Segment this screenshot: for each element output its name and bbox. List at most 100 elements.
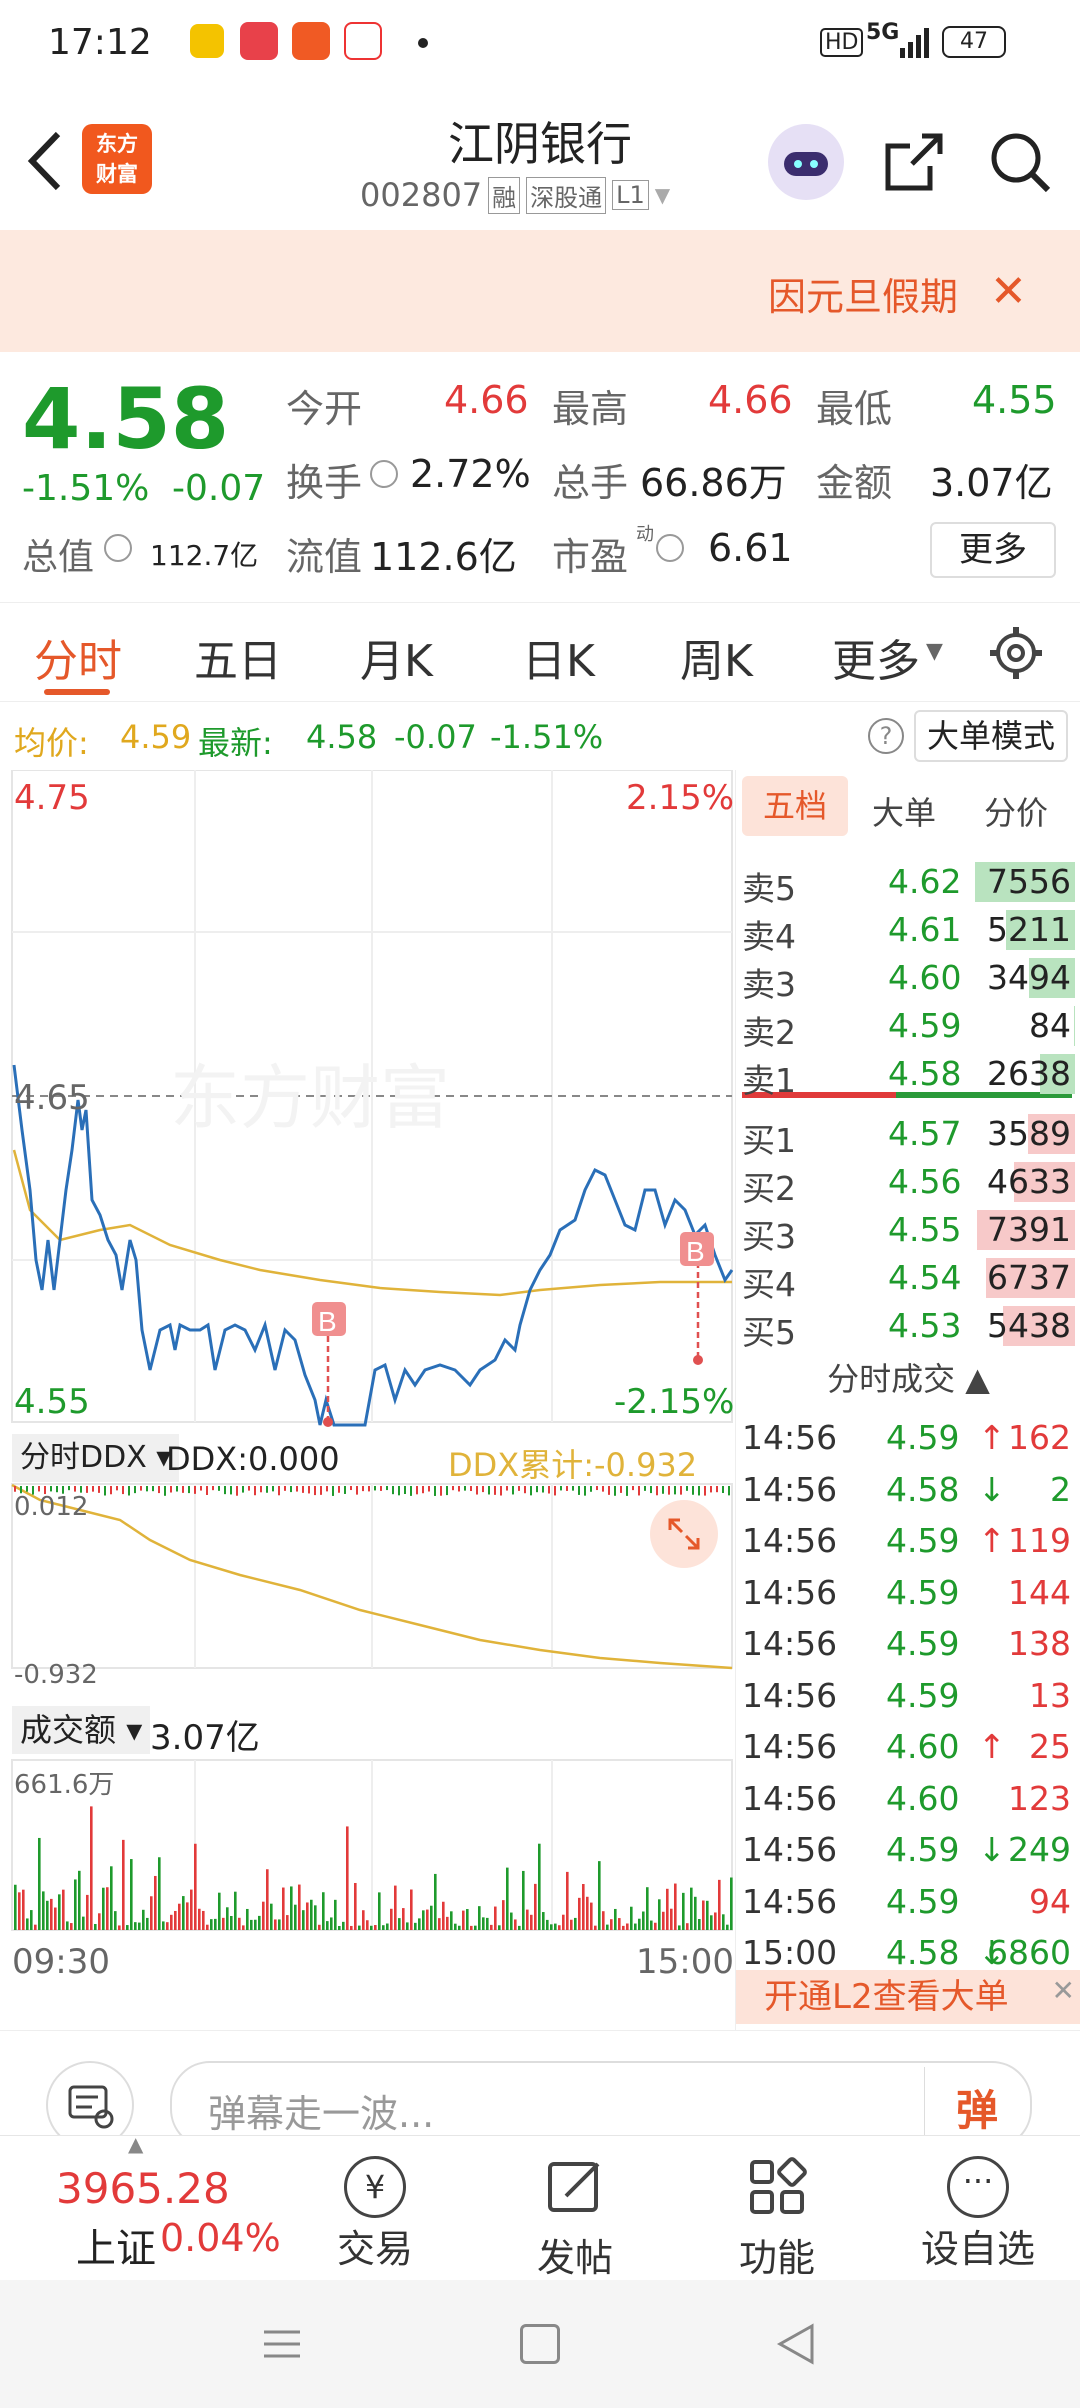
ddx-bar [560, 1486, 562, 1491]
ticks-title-label: 分时成交 [827, 1360, 956, 1398]
tab-price-distribution[interactable]: 分价 [984, 788, 1048, 834]
tab-weekly-k[interactable]: 周K [680, 625, 753, 689]
tab-five-day[interactable]: 五日 [194, 625, 282, 689]
more-chevron-icon: ▼ [926, 639, 943, 664]
ddx-bar [284, 1486, 286, 1491]
danmaku-button[interactable]: 弹 [956, 2077, 998, 2138]
tick-price: 4.59 [886, 1830, 960, 1869]
stock-name: 江阴银行 [448, 117, 632, 171]
low-value: 4.55 [972, 378, 1057, 422]
volume-bar [550, 1924, 553, 1930]
info-icon[interactable] [104, 534, 132, 562]
volume-bar [262, 1901, 265, 1930]
ddx-bar [596, 1486, 598, 1491]
notice-banner[interactable]: 因元旦假期 ✕ [0, 230, 1080, 352]
tag-level: L1 [612, 180, 649, 210]
tab-more[interactable]: 更多 [832, 625, 920, 689]
volume-bar [558, 1925, 561, 1930]
tab-five-levels[interactable]: 五档 [742, 776, 848, 836]
hd-indicator: HD [820, 28, 864, 57]
volume-bar [206, 1924, 209, 1930]
nav-trade[interactable]: ¥ 交易 [305, 2156, 445, 2273]
tick-volume: 249 [1008, 1830, 1071, 1869]
ddx-bar [650, 1486, 652, 1494]
volume-bar [238, 1917, 241, 1930]
share-icon[interactable] [882, 130, 946, 194]
pe-info-icon[interactable] [656, 534, 684, 562]
ddx-bar [614, 1486, 616, 1496]
ddx-bar [704, 1486, 706, 1496]
comment-bar: 弹幕走一波... 弹 [0, 2030, 1080, 2149]
nav-add-watchlist-label: 设自选 [920, 2227, 1035, 2271]
volume-bar [258, 1915, 261, 1930]
nav-functions[interactable]: 功能 [707, 2156, 847, 2282]
ddx-bar [242, 1486, 244, 1493]
settings-gear-icon[interactable] [988, 625, 1044, 681]
volume-bar [130, 1859, 133, 1930]
close-icon[interactable]: ✕ [990, 266, 1027, 317]
bid-level-price: 4.54 [888, 1258, 962, 1297]
nav-add-watchlist[interactable]: ··· 设自选 [908, 2156, 1048, 2273]
volume-bar [286, 1915, 289, 1930]
pe-value: 6.61 [708, 526, 793, 570]
volume-selector[interactable]: 成交额 ▾ [12, 1706, 151, 1754]
tab-big-orders[interactable]: 大单 [872, 788, 936, 834]
ask-level-label: 卖1 [742, 1061, 796, 1100]
volume-axis-max: 661.6万 [14, 1770, 115, 1800]
index-value[interactable]: 3965.28 [56, 2164, 230, 2213]
assistant-robot-icon[interactable] [768, 124, 844, 200]
tab-monthly-k[interactable]: 月K [360, 625, 433, 689]
more-button[interactable]: 更多 [930, 522, 1056, 578]
tab-intraday[interactable]: 分时 [34, 625, 122, 689]
weibo-icon [190, 24, 224, 58]
ticks-title[interactable]: 分时成交 ▲ [736, 1354, 1080, 1400]
menu-icon[interactable] [262, 2324, 302, 2364]
bid-level-volume: 4633 [987, 1162, 1071, 1201]
help-icon[interactable]: ? [868, 718, 904, 754]
volume-bar [482, 1917, 485, 1930]
securities-app-icon [292, 22, 330, 60]
ddx-bar [344, 1486, 346, 1494]
back-icon[interactable] [22, 130, 72, 192]
ask-level-volume: 2638 [987, 1054, 1071, 1093]
volume-bar [406, 1922, 409, 1930]
volume-bar [62, 1889, 65, 1930]
stock-code-row[interactable]: 002807 融 深股通 L1 ▼ [360, 176, 670, 214]
tab-daily-k[interactable]: 日K [522, 625, 595, 689]
home-icon[interactable] [520, 2324, 560, 2364]
tick-price: 4.59 [886, 1521, 960, 1560]
ddx-bar [320, 1486, 322, 1495]
ddx-bar [374, 1486, 376, 1491]
volume-bar [46, 1900, 49, 1930]
open-label: 今开 [286, 387, 363, 431]
logo-text-1: 东方 [96, 132, 138, 156]
tick-row: 14:56 4.59 ↑ 119 [736, 1517, 1080, 1569]
index-pct[interactable]: 0.04% [160, 2216, 281, 2260]
low-label: 最低 [816, 387, 893, 431]
bid-level-volume: 5438 [987, 1306, 1071, 1345]
signal-icon [900, 26, 930, 60]
search-icon[interactable] [988, 130, 1052, 194]
price-axis-top: 4.75 [14, 778, 90, 818]
turnover-value: 2.72% [410, 452, 531, 496]
high-label: 最高 [552, 387, 629, 431]
volume-bar [66, 1921, 69, 1930]
buy-marker-label-2: B [686, 1236, 705, 1267]
back-nav-icon[interactable] [776, 2322, 816, 2366]
more-notifications-dot [418, 38, 428, 48]
index-name[interactable]: 上证 [76, 2216, 156, 2274]
volume-bar [326, 1921, 329, 1930]
volume-bar [430, 1905, 433, 1930]
expand-icon[interactable] [650, 1500, 718, 1568]
tick-direction-icon: ↓ [978, 1469, 1006, 1509]
nav-post[interactable]: 发帖 [505, 2156, 645, 2282]
turnover-info-icon[interactable] [370, 460, 398, 488]
tick-volume: 25 [1029, 1727, 1071, 1766]
ddx-bar [512, 1486, 514, 1495]
ddx-bar [398, 1486, 400, 1496]
ddx-bar [386, 1486, 388, 1491]
ddx-selector[interactable]: 分时DDX ▾ [12, 1434, 180, 1482]
volume-bar [454, 1923, 457, 1930]
ddx-bar [644, 1486, 646, 1491]
big-order-mode-button[interactable]: 大单模式 [914, 710, 1068, 762]
